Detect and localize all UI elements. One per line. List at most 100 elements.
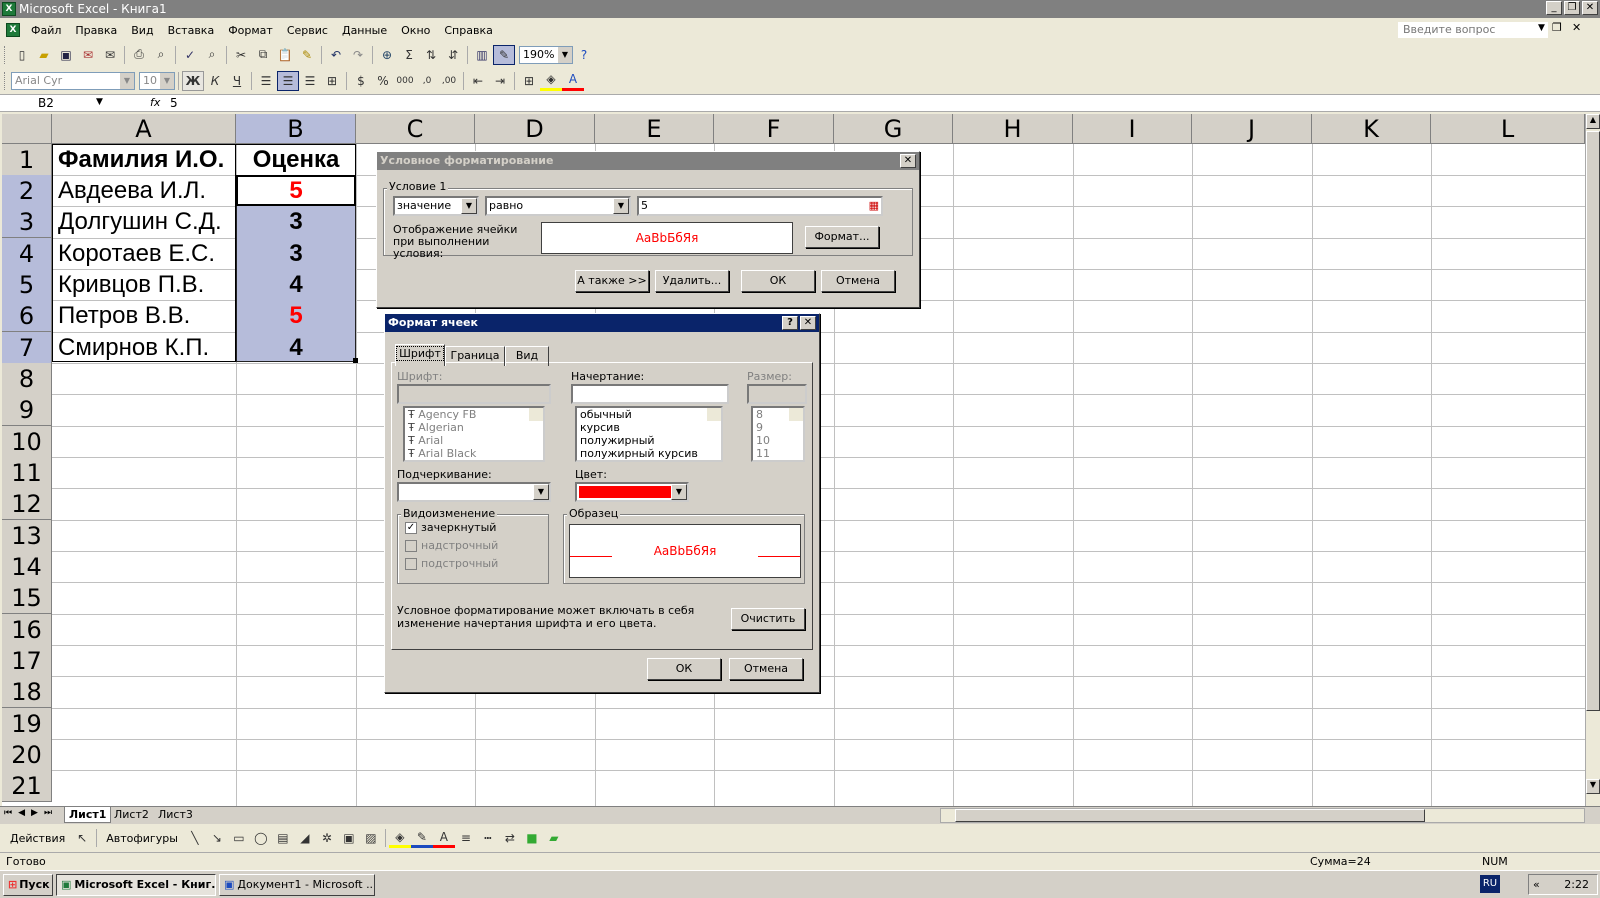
cond-ok-button[interactable]: ОК bbox=[741, 270, 815, 292]
name-box[interactable]: B2 bbox=[2, 95, 108, 111]
help-icon[interactable]: ? bbox=[573, 45, 595, 65]
undo-icon[interactable]: ↶ bbox=[325, 45, 347, 65]
taskbar-excel[interactable]: ▣ Microsoft Excel - Книг... bbox=[56, 873, 216, 896]
percent-icon[interactable]: % bbox=[372, 71, 394, 91]
column-header-i[interactable]: I bbox=[1073, 114, 1192, 144]
hscroll-thumb[interactable] bbox=[955, 809, 1425, 822]
cell-b1[interactable]: Оценка bbox=[236, 144, 356, 176]
doc-close-icon[interactable]: ✕ bbox=[1572, 21, 1581, 34]
condition-value-input[interactable]: 5 ▦ bbox=[637, 196, 883, 216]
cut-icon[interactable]: ✂ bbox=[230, 45, 252, 65]
column-header-f[interactable]: F bbox=[714, 114, 834, 144]
clipart-icon[interactable]: ▣ bbox=[338, 828, 360, 848]
tab-border[interactable]: Граница bbox=[445, 346, 505, 366]
close-button[interactable]: ✕ bbox=[1582, 1, 1598, 15]
underline-icon[interactable]: Ч bbox=[226, 71, 248, 91]
font-size-list[interactable]: 8 9 10 11 bbox=[751, 406, 805, 462]
autoshapes-menu[interactable]: Автофигуры bbox=[100, 832, 184, 845]
row-header[interactable]: 13 bbox=[2, 520, 52, 552]
row-header[interactable]: 7 bbox=[2, 332, 52, 364]
row-header[interactable]: 11 bbox=[2, 457, 52, 489]
row-header[interactable]: 12 bbox=[2, 488, 52, 520]
clear-button[interactable]: Очистить bbox=[731, 608, 805, 630]
tab-fill[interactable]: Вид bbox=[505, 346, 549, 366]
cell-name[interactable]: Кривцов П.В. bbox=[54, 269, 204, 301]
row-header[interactable]: 1 bbox=[2, 144, 52, 176]
menu-view[interactable]: Вид bbox=[124, 24, 160, 37]
picture-icon[interactable]: ▨ bbox=[360, 828, 382, 848]
size-list-item[interactable]: 11 bbox=[753, 447, 803, 460]
italic-icon[interactable]: К bbox=[204, 71, 226, 91]
cell-grade[interactable]: 4 bbox=[236, 269, 356, 301]
hyperlink-icon[interactable]: ⊕ bbox=[376, 45, 398, 65]
column-header-e[interactable]: E bbox=[595, 114, 714, 144]
select-all-corner[interactable] bbox=[2, 114, 52, 144]
scroll-up-icon[interactable]: ▲ bbox=[1586, 114, 1600, 129]
language-indicator[interactable]: RU bbox=[1480, 875, 1500, 893]
menu-tools[interactable]: Сервис bbox=[280, 24, 335, 37]
size-list-item[interactable]: 9 bbox=[753, 421, 803, 434]
shadow-icon[interactable]: ■ bbox=[521, 828, 543, 848]
row-header[interactable]: 3 bbox=[2, 206, 52, 238]
line-style-icon[interactable]: ≡ bbox=[455, 828, 477, 848]
merge-center-icon[interactable]: ⊞ bbox=[321, 71, 343, 91]
size-list-item[interactable]: 10 bbox=[753, 434, 803, 447]
row-header[interactable]: 8 bbox=[2, 363, 52, 395]
font-list-item[interactable]: Ŧ Arial Black bbox=[405, 447, 543, 460]
font-list-item[interactable]: Ŧ Algerian bbox=[405, 421, 543, 434]
align-right-icon[interactable]: ☰ bbox=[299, 71, 321, 91]
row-header[interactable]: 4 bbox=[2, 238, 52, 270]
style-list-item[interactable]: курсив bbox=[577, 421, 721, 434]
font-list-item[interactable]: Ŧ Agency FB bbox=[405, 408, 543, 421]
style-list-scrollbar[interactable] bbox=[707, 408, 721, 421]
increase-indent-icon[interactable]: ⇥ bbox=[489, 71, 511, 91]
align-left-icon[interactable]: ☰ bbox=[255, 71, 277, 91]
strikethrough-checkbox[interactable]: ✓ bbox=[405, 522, 417, 534]
doc-restore-icon[interactable]: ❐ bbox=[1552, 21, 1562, 34]
underline-select[interactable]: ▼ bbox=[397, 482, 551, 502]
cond-cancel-button[interactable]: Отмена bbox=[821, 270, 895, 292]
size-list-scrollbar[interactable] bbox=[789, 408, 803, 421]
draw-actions-menu[interactable]: Действия bbox=[4, 832, 71, 845]
format-button[interactable]: Формат... bbox=[805, 226, 879, 248]
permission-icon[interactable]: ✉ bbox=[77, 45, 99, 65]
currency-icon[interactable]: $ bbox=[350, 71, 372, 91]
row-header[interactable]: 5 bbox=[2, 269, 52, 301]
restore-button[interactable]: ❐ bbox=[1564, 1, 1580, 15]
condition-type-select[interactable]: значение ▼ bbox=[393, 196, 479, 216]
row-header[interactable]: 10 bbox=[2, 426, 52, 458]
range-picker-icon[interactable]: ▦ bbox=[869, 198, 879, 214]
format-close-button[interactable]: ✕ bbox=[800, 316, 816, 330]
row-header[interactable]: 19 bbox=[2, 708, 52, 740]
formula-input[interactable]: 5 bbox=[170, 95, 178, 111]
menu-insert[interactable]: Вставка bbox=[161, 24, 222, 37]
cell-grade[interactable]: 4 bbox=[236, 332, 356, 364]
font-style-input[interactable] bbox=[571, 384, 729, 404]
minimize-button[interactable]: _ bbox=[1546, 1, 1562, 15]
diagram-icon[interactable]: ✲ bbox=[316, 828, 338, 848]
condition-operator-select[interactable]: равно ▼ bbox=[485, 196, 631, 216]
menu-file[interactable]: Файл bbox=[24, 24, 68, 37]
tray-expand-icon[interactable]: « bbox=[1533, 875, 1540, 894]
3d-icon[interactable]: ▰ bbox=[543, 828, 565, 848]
print-icon[interactable]: ⎙ bbox=[128, 45, 150, 65]
column-header-c[interactable]: C bbox=[356, 114, 475, 144]
name-box-dropdown-icon[interactable]: ▼ bbox=[96, 97, 103, 107]
arrow-style-icon[interactable]: ⇄ bbox=[499, 828, 521, 848]
drawing-icon[interactable]: ✎ bbox=[493, 44, 515, 65]
column-header-b[interactable]: B bbox=[236, 114, 356, 144]
column-header-a[interactable]: A bbox=[52, 114, 236, 144]
row-header[interactable]: 9 bbox=[2, 394, 52, 426]
oval-icon[interactable]: ◯ bbox=[250, 828, 272, 848]
cond-close-button[interactable]: ✕ bbox=[900, 154, 916, 168]
font-size-combo[interactable]: 10 ▼ bbox=[139, 71, 175, 90]
style-list-item[interactable]: полужирный bbox=[577, 434, 721, 447]
sheet-tab-2[interactable]: Лист2 bbox=[110, 807, 153, 823]
format-painter-icon[interactable]: ✎ bbox=[296, 45, 318, 65]
delete-condition-button[interactable]: Удалить... bbox=[655, 270, 729, 292]
scroll-down-icon[interactable]: ▼ bbox=[1586, 779, 1600, 794]
menu-format[interactable]: Формат bbox=[221, 24, 280, 37]
increase-decimal-icon[interactable]: ,0 bbox=[416, 71, 438, 91]
font-size-input[interactable] bbox=[747, 384, 807, 404]
sheet-tab-3[interactable]: Лист3 bbox=[154, 807, 197, 823]
